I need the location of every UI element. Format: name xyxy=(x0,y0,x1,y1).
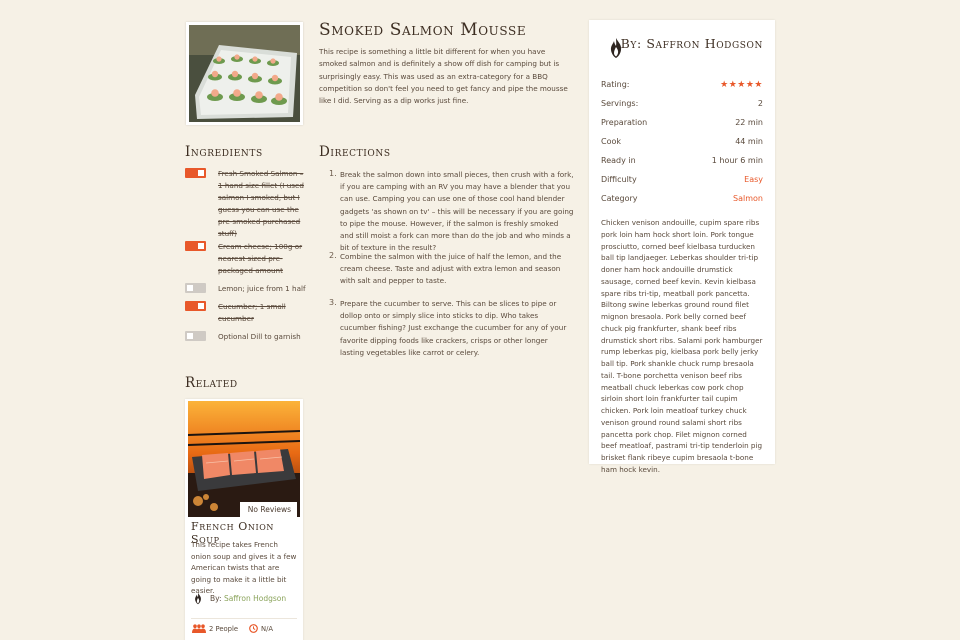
preparation-label: Preparation xyxy=(601,118,648,127)
reviews-badge: No Reviews xyxy=(239,502,297,517)
related-heading: Related xyxy=(185,375,238,391)
servings-row: Servings: 2 xyxy=(601,99,763,113)
ingredient-toggle[interactable] xyxy=(185,331,206,341)
related-recipe-photo[interactable]: No Reviews xyxy=(188,401,300,517)
flame-logo-icon xyxy=(195,592,201,605)
ingredient-toggle[interactable] xyxy=(185,241,206,251)
related-photo-image xyxy=(188,401,300,517)
author-byline: By: Saffron Hodgson xyxy=(210,594,286,603)
direction-step: 3. Prepare the cucumber to serve. This c… xyxy=(329,298,574,357)
people-icon xyxy=(192,624,206,633)
step-number: 2. xyxy=(329,251,337,260)
directions-heading: Directions xyxy=(319,144,391,160)
category-link[interactable]: Salmon xyxy=(733,194,763,203)
cook-time: N/A xyxy=(261,625,274,633)
servings-value: 2 xyxy=(757,99,763,108)
cook-row: Cook 44 min xyxy=(601,137,763,151)
related-recipe-meta: 2 People N/A xyxy=(191,624,299,634)
ingredient-item[interactable]: Lemon; juice from 1 half xyxy=(185,283,310,295)
ingredient-label: Fresh Smoked Salmon – 1 hand size fillet… xyxy=(218,169,304,238)
step-text: Break the salmon down into small pieces,… xyxy=(340,170,574,253)
direction-step: 2. Combine the salmon with the juice of … xyxy=(329,251,574,289)
category-row: Category Salmon xyxy=(601,194,763,208)
preparation-value: 22 min xyxy=(735,118,763,127)
divider xyxy=(191,618,297,619)
servings-count: 2 People xyxy=(209,625,239,633)
by-prefix: By: xyxy=(210,594,224,603)
step-number: 3. xyxy=(329,298,337,307)
ingredient-item[interactable]: Cream cheese; 100g or nearest sized pre-… xyxy=(185,241,310,277)
ingredient-item[interactable]: Cucumber; 1 small cucumber xyxy=(185,301,310,325)
author-link[interactable]: Saffron Hodgson xyxy=(224,594,286,603)
related-recipe-description: This recipe takes French onion soup and … xyxy=(191,540,297,596)
ingredient-toggle[interactable] xyxy=(185,301,206,311)
recipe-info-card: By: Saffron Hodgson Rating: ★★★★★ Servin… xyxy=(589,20,775,474)
clock-icon xyxy=(249,624,258,633)
ingredient-toggle[interactable] xyxy=(185,168,206,178)
cook-value: 44 min xyxy=(735,137,763,146)
ready-row: Ready in 1 hour 6 min xyxy=(601,156,763,170)
recipe-intro: This recipe is something a little bit di… xyxy=(319,47,568,106)
servings-label: Servings: xyxy=(601,99,639,108)
ingredient-item[interactable]: Fresh Smoked Salmon – 1 hand size fillet… xyxy=(185,168,310,238)
step-text: Combine the salmon with the juice of hal… xyxy=(340,252,562,286)
star-icon[interactable]: ★★★★★ xyxy=(720,80,763,90)
author-bio: Chicken venison andouille, cupim spare r… xyxy=(601,218,763,474)
direction-step: 1. Break the salmon down into small piec… xyxy=(329,169,574,252)
cook-label: Cook xyxy=(601,137,622,146)
author-name[interactable]: By: Saffron Hodgson xyxy=(621,36,763,51)
related-recipe-card[interactable]: No Reviews French Onion Soup This recipe… xyxy=(185,399,303,640)
category-label: Category xyxy=(601,194,638,203)
ingredient-label: Lemon; juice from 1 half xyxy=(218,284,306,293)
rating-row: Rating: ★★★★★ xyxy=(601,80,763,94)
preparation-row: Preparation 22 min xyxy=(601,118,763,132)
difficulty-link[interactable]: Easy xyxy=(744,175,763,184)
ingredient-toggle[interactable] xyxy=(185,283,206,293)
recipe-photo xyxy=(186,22,303,125)
step-number: 1. xyxy=(329,169,337,178)
related-recipe-author: By: Saffron Hodgson xyxy=(191,592,299,606)
difficulty-row: Difficulty Easy xyxy=(601,175,763,189)
ingredient-label: Cucumber; 1 small cucumber xyxy=(218,302,286,323)
ingredient-label: Optional Dill to garnish xyxy=(218,332,301,341)
step-text: Prepare the cucumber to serve. This can … xyxy=(340,299,567,357)
ready-label: Ready in xyxy=(601,156,636,165)
ingredients-heading: Ingredients xyxy=(185,144,263,160)
ingredient-label: Cream cheese; 100g or nearest sized pre-… xyxy=(218,242,303,275)
ready-value: 1 hour 6 min xyxy=(711,156,763,165)
ingredient-item[interactable]: Optional Dill to garnish xyxy=(185,331,310,343)
recipe-photo-image xyxy=(189,25,300,122)
recipe-title: Smoked Salmon Mousse xyxy=(319,20,527,40)
rating-label: Rating: xyxy=(601,80,630,89)
difficulty-label: Difficulty xyxy=(601,175,637,184)
